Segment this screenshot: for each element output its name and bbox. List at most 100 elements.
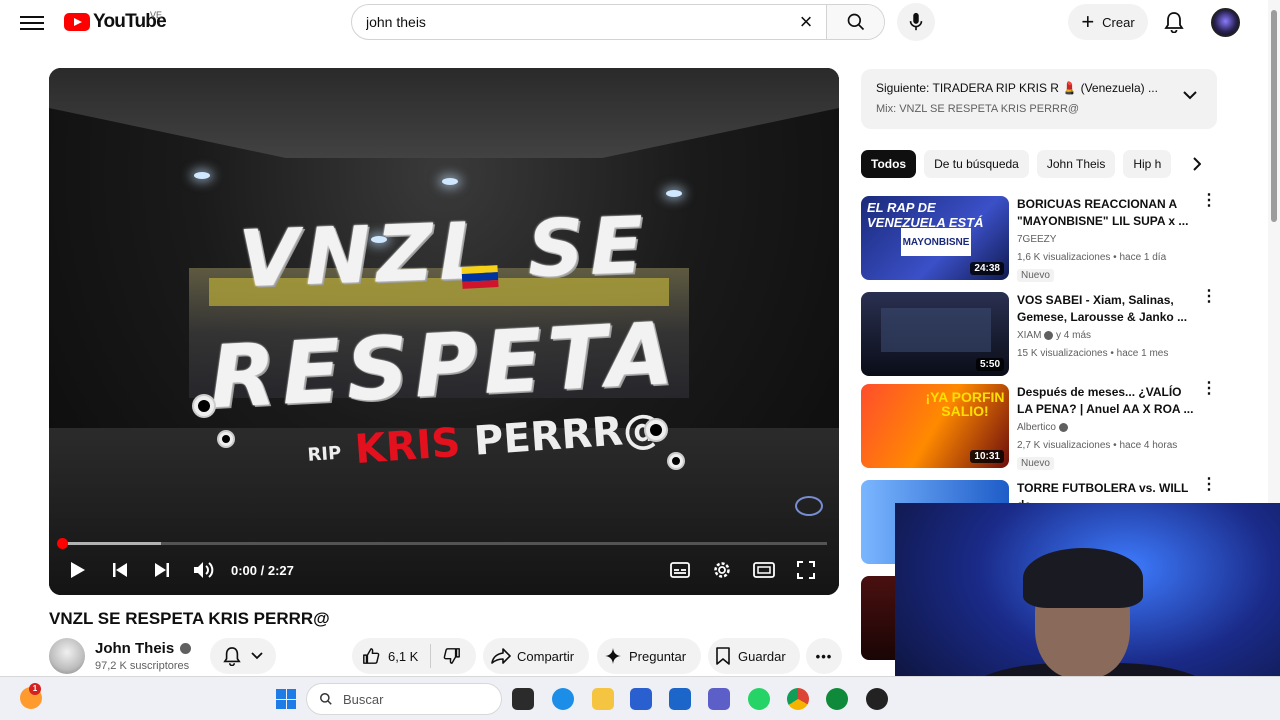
recommendation-channel-row[interactable]: Albertico [1017, 422, 1068, 433]
microphone-icon [909, 12, 923, 31]
video-player[interactable]: VNZL SE RESPETA RIP KRIS PERRR@ 0:00 / 2… [49, 68, 839, 595]
next-up-title: TIRADERA RIP KRIS R 💄 (Venezuela) ... [932, 81, 1158, 95]
recommendation-item[interactable]: ¡YA PORFIN SALIO! 10:31 Después de meses… [861, 381, 1217, 470]
teams-icon[interactable] [708, 688, 730, 710]
webcam-person-hair [1023, 548, 1143, 608]
new-badge: Nuevo [1017, 269, 1054, 282]
account-avatar[interactable] [1211, 8, 1240, 37]
recommendation-title[interactable]: VOS SABEI - Xiam, Salinas, Gemese, Larou… [1017, 292, 1197, 326]
next-button[interactable] [141, 552, 183, 588]
like-count: 6,1 K [388, 648, 419, 664]
progress-scrubber[interactable] [57, 538, 68, 549]
file-explorer-icon[interactable] [592, 688, 614, 710]
dislike-button[interactable] [431, 647, 473, 665]
search-input[interactable] [352, 5, 786, 39]
clear-search-icon[interactable]: × [786, 9, 826, 35]
player-controls: 0:00 / 2:27 [49, 552, 839, 588]
chip-john-theis[interactable]: John Theis [1036, 150, 1116, 178]
voice-search-button[interactable] [897, 3, 935, 41]
subtitles-button[interactable] [659, 552, 701, 588]
recommendation-title[interactable]: BORICUAS REACCIONAN A "MAYONBISNE" LIL S… [1017, 196, 1197, 230]
recommendation-item[interactable]: 5:50 VOS SABEI - Xiam, Salinas, Gemese, … [861, 289, 1217, 378]
settings-button[interactable] [701, 552, 743, 588]
app-icon[interactable] [866, 688, 888, 710]
theater-mode-button[interactable] [743, 552, 785, 588]
edge-icon[interactable] [552, 688, 574, 710]
save-button[interactable]: Guardar [708, 638, 800, 674]
save-label: Guardar [738, 648, 786, 664]
subtitles-icon [670, 562, 690, 578]
windows-start-icon[interactable] [276, 689, 296, 709]
previous-button[interactable] [99, 552, 141, 588]
volume-icon [194, 562, 214, 578]
mix-title: Mix: VNZL SE RESPETA KRIS PERRR@ [876, 103, 1080, 115]
bookmark-icon [716, 647, 730, 665]
more-vertical-icon[interactable]: ⋮ [1201, 193, 1217, 209]
recommendation-channel[interactable]: Albertico [1017, 422, 1056, 433]
video-light [442, 178, 458, 185]
youtube-play-icon [64, 13, 90, 31]
subscription-notifications-button[interactable] [210, 638, 276, 674]
task-view-icon[interactable] [512, 688, 534, 710]
more-vertical-icon[interactable]: ⋮ [1201, 381, 1217, 397]
search-icon [847, 13, 864, 31]
bell-icon [1164, 12, 1184, 33]
new-badge: Nuevo [1017, 457, 1054, 470]
thumbnail-text: EL RAP DE VENEZUELA ESTÁ [867, 200, 984, 230]
fullscreen-icon [797, 561, 815, 579]
more-horizontal-icon: ••• [815, 648, 833, 664]
create-button[interactable]: + Crear [1068, 4, 1148, 40]
recommendation-item[interactable]: EL RAP DE VENEZUELA ESTÁ MAYONBISNE 24:3… [861, 193, 1217, 282]
recommendation-meta: 15 K visualizaciones • hace 1 mes [1017, 348, 1169, 359]
video-overlay-kris: KRIS [353, 419, 462, 474]
thumbs-up-icon [363, 648, 380, 664]
more-actions-button[interactable]: ••• [806, 638, 842, 674]
channel-avatar[interactable] [49, 638, 85, 674]
verified-icon [180, 643, 192, 654]
chip-de-tu-busqueda[interactable]: De tu búsqueda [924, 150, 1029, 178]
expand-playlist-button[interactable] [1183, 87, 1197, 105]
notifications-button[interactable] [1160, 8, 1188, 36]
volume-button[interactable] [183, 552, 225, 588]
chips-next-button[interactable] [1186, 150, 1208, 178]
share-button[interactable]: Compartir [483, 638, 589, 674]
video-thumbnail[interactable]: EL RAP DE VENEZUELA ESTÁ MAYONBISNE 24:3… [861, 196, 1009, 280]
autoplay-next-panel[interactable]: Siguiente: TIRADERA RIP KRIS R 💄 (Venezu… [861, 69, 1217, 129]
taskbar-search[interactable]: Buscar [306, 683, 502, 715]
video-thumbnail[interactable]: 5:50 [861, 292, 1009, 376]
outlook-icon[interactable] [669, 688, 691, 710]
video-overlay-rip: RIP [306, 442, 342, 466]
channel-name-row[interactable]: John Theis [95, 640, 192, 657]
store-icon[interactable] [630, 688, 652, 710]
chrome-icon[interactable] [787, 688, 809, 710]
channel-name[interactable]: John Theis [95, 640, 174, 657]
search-button[interactable] [826, 5, 884, 39]
search-icon [320, 693, 332, 705]
play-icon [71, 562, 85, 578]
recommendation-title[interactable]: Después de meses... ¿VALÍO LA PENA? | An… [1017, 384, 1197, 418]
play-button[interactable] [57, 552, 99, 588]
fullscreen-button[interactable] [785, 552, 827, 588]
progress-bar[interactable] [57, 538, 827, 549]
chip-todos[interactable]: Todos [861, 150, 917, 178]
chip-hip-hop[interactable]: Hip h [1123, 150, 1172, 178]
app-icon[interactable] [826, 688, 848, 710]
windows-taskbar: 1 Buscar [0, 676, 1280, 720]
video-thumbnail[interactable]: ¡YA PORFIN SALIO! 10:31 [861, 384, 1009, 468]
recommendation-channel[interactable]: XIAM [1017, 330, 1041, 341]
whatsapp-icon[interactable] [748, 688, 770, 710]
like-button[interactable]: 6,1 K [352, 644, 432, 668]
channel-watermark-icon[interactable] [795, 496, 823, 516]
recommendation-channel[interactable]: 7GEEZY [1017, 234, 1056, 245]
recommendation-channel-row[interactable]: XIAM y 4 más [1017, 330, 1091, 341]
video-duration: 24:38 [970, 262, 1004, 275]
video-title: VNZL SE RESPETA KRIS PERRR@ [49, 609, 330, 628]
scrollbar-thumb[interactable] [1271, 10, 1277, 222]
more-vertical-icon[interactable]: ⋮ [1201, 289, 1217, 305]
verified-icon [1044, 330, 1054, 340]
menu-icon[interactable] [20, 12, 44, 36]
ask-button[interactable]: Preguntar [597, 638, 701, 674]
youtube-logo[interactable]: YouTube VE [64, 10, 167, 32]
more-vertical-icon[interactable]: ⋮ [1201, 477, 1217, 493]
bullet-hole-icon [669, 454, 683, 468]
